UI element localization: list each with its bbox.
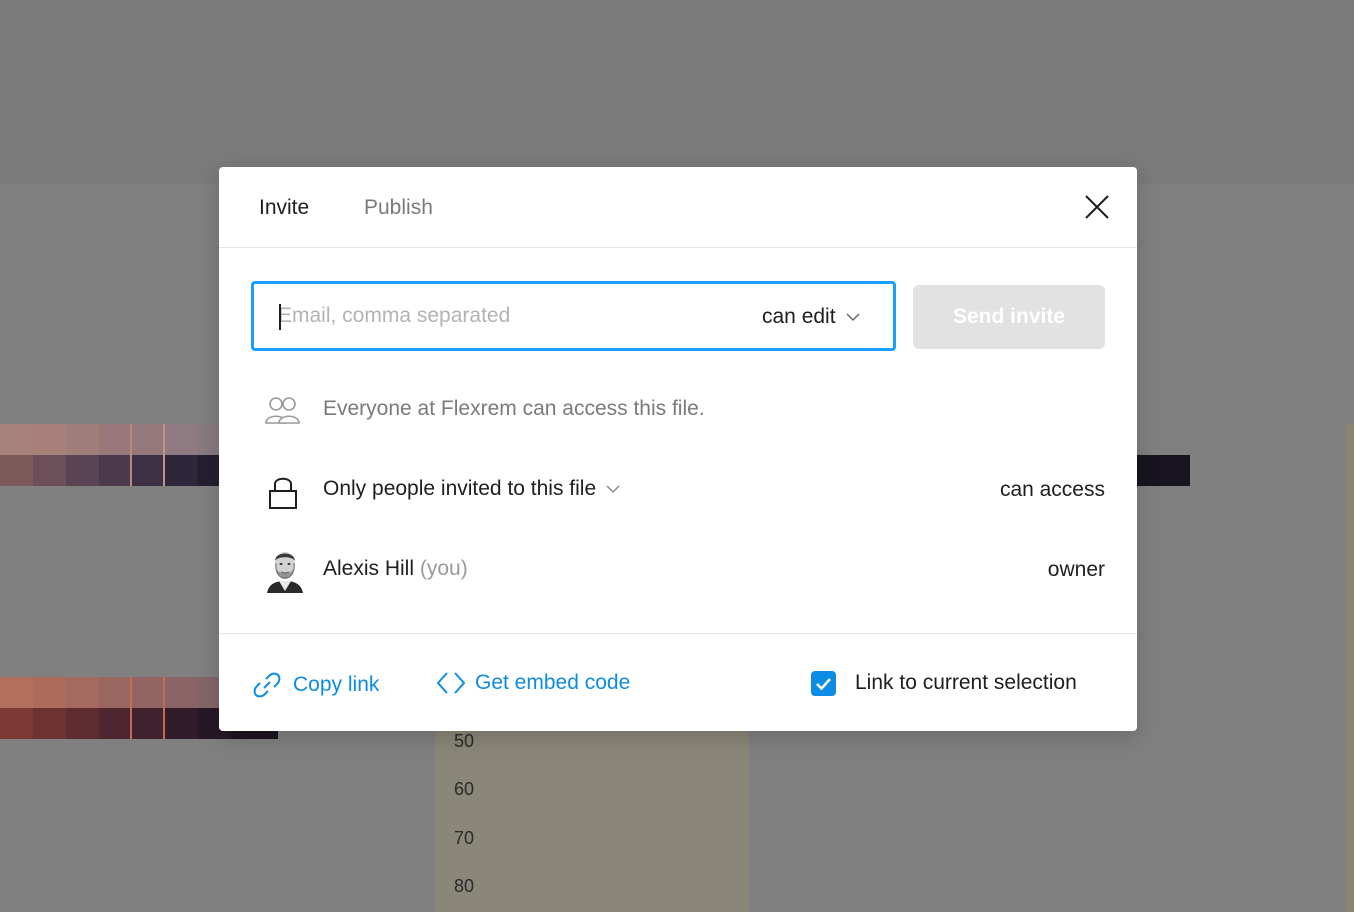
check-icon xyxy=(816,677,831,690)
color-swatch-bar xyxy=(1137,455,1190,486)
lock-icon xyxy=(269,477,297,509)
copy-link-button[interactable]: Copy link xyxy=(251,669,379,701)
link-icon xyxy=(253,672,281,698)
chevron-down-icon xyxy=(846,313,860,322)
invite-permission-label: can edit xyxy=(762,305,836,328)
team-icon xyxy=(265,397,300,424)
scale-label: 80 xyxy=(454,876,475,896)
code-icon xyxy=(437,672,465,694)
link-access-row: Only people invited to this file can acc… xyxy=(259,469,1105,509)
org-access-row: Everyone at Flexrem can access this file… xyxy=(259,389,1105,429)
color-swatch-row xyxy=(0,424,231,455)
close-icon xyxy=(1085,195,1109,219)
link-access-scope-dropdown[interactable]: Only people invited to this file xyxy=(323,477,620,501)
scale-label: 50 xyxy=(454,731,475,751)
send-invite-button[interactable]: Send invite xyxy=(913,285,1105,349)
scale-label: 70 xyxy=(454,828,475,848)
color-swatch-row xyxy=(0,455,231,486)
close-button[interactable] xyxy=(1081,191,1113,223)
link-access-permission[interactable]: can access xyxy=(1000,478,1105,502)
get-embed-code-label: Get embed code xyxy=(475,671,631,694)
member-name-group: Alexis Hill (you) xyxy=(323,557,468,581)
copy-link-label: Copy link xyxy=(293,673,380,696)
email-input[interactable] xyxy=(278,294,718,338)
dialog-footer: Copy link Get embed code Link to current… xyxy=(219,633,1137,731)
tab-publish[interactable]: Publish xyxy=(364,195,433,221)
get-embed-code-button[interactable]: Get embed code xyxy=(437,669,630,697)
text-caret xyxy=(279,304,281,330)
link-selection-checkbox[interactable] xyxy=(811,671,836,696)
member-role: owner xyxy=(1047,558,1105,581)
member-you-tag: (you) xyxy=(419,557,468,580)
scale-label: 60 xyxy=(454,779,475,799)
canvas-top-area xyxy=(0,0,1354,184)
dialog-header: Invite Publish xyxy=(219,167,1137,248)
scale-column xyxy=(435,730,749,912)
canvas-strip xyxy=(1346,424,1354,912)
link-selection-label: Link to current selection xyxy=(855,671,1077,694)
org-access-text: Everyone at Flexrem can access this file… xyxy=(323,397,705,420)
member-name: Alexis Hill xyxy=(323,557,415,580)
member-row: Alexis Hill (you) owner xyxy=(259,545,1105,593)
chevron-down-icon xyxy=(606,485,620,494)
link-access-scope-label: Only people invited to this file xyxy=(323,477,597,500)
color-swatch-row xyxy=(0,677,231,708)
tab-invite[interactable]: Invite xyxy=(259,195,309,221)
invite-input-group: can edit xyxy=(251,281,896,351)
share-dialog: Invite Publish can edit Send invite Ever… xyxy=(219,167,1137,731)
avatar xyxy=(265,545,305,593)
invite-permission-dropdown[interactable]: can edit xyxy=(762,302,860,332)
